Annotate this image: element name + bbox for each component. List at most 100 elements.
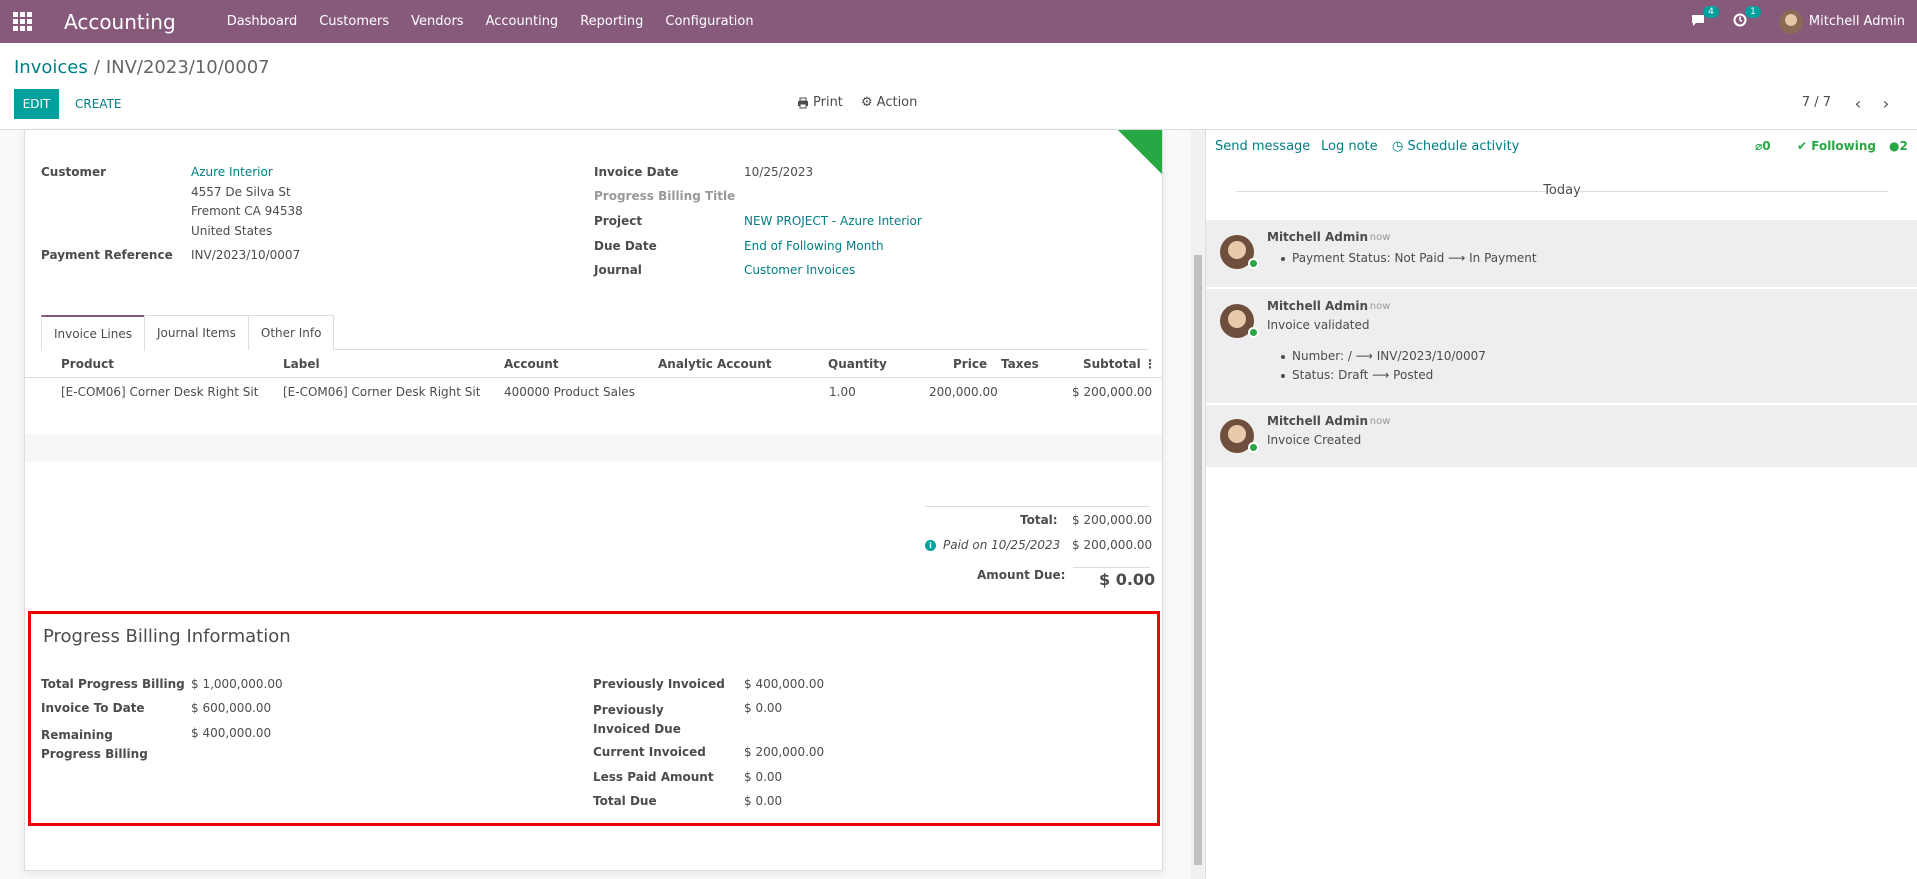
breadcrumb-current: INV/2023/10/0007 xyxy=(105,57,270,78)
due-date-value[interactable]: End of Following Month xyxy=(744,239,884,253)
chatter-message: Mitchell Admin - now Payment Status: Not… xyxy=(1206,220,1917,288)
print-label: Print xyxy=(813,95,843,110)
activities-icon[interactable]: 1 xyxy=(1733,5,1761,31)
online-status-icon xyxy=(1248,258,1259,269)
menu-reporting[interactable]: Reporting xyxy=(569,14,654,29)
journal-link[interactable]: Customer Invoices xyxy=(744,263,855,277)
customer-address-city: Fremont CA 94538 xyxy=(191,204,303,218)
activities-badge: 1 xyxy=(1745,5,1761,18)
print-icon xyxy=(798,97,808,108)
edit-button[interactable]: EDIT xyxy=(14,89,59,119)
pager-value[interactable]: 7 / 7 xyxy=(1802,95,1831,110)
attachments-button[interactable]: ⌀0 xyxy=(1755,139,1771,153)
breadcrumb-invoices[interactable]: Invoices xyxy=(14,57,88,78)
tab-invoice-lines[interactable]: Invoice Lines xyxy=(41,315,145,351)
tracking-value: Status: Draft ⟶ Posted xyxy=(1280,368,1434,382)
previously-invoiced-value: $ 400,000.00 xyxy=(744,677,825,691)
customer-address-country: United States xyxy=(191,224,273,238)
col-account[interactable]: Account xyxy=(504,357,559,371)
chatter: Send message Log note ◷ Schedule activit… xyxy=(1205,130,1917,879)
paid-on-label: Paid on 10/25/2023 xyxy=(943,538,1061,552)
invoice-date-value: 10/25/2023 xyxy=(744,165,814,179)
customer-address-street: 4557 De Silva St xyxy=(191,185,291,199)
messages-icon[interactable]: 4 xyxy=(1691,5,1719,31)
menu-customers[interactable]: Customers xyxy=(308,14,400,29)
col-subtotal[interactable]: Subtotal xyxy=(1083,357,1141,371)
col-taxes[interactable]: Taxes xyxy=(1001,357,1039,371)
previously-invoiced-label: Previously Invoiced xyxy=(593,677,725,691)
chatter-message: Mitchell Admin - now Invoice Created xyxy=(1206,405,1917,468)
table-row[interactable]: [E-COM06] Corner Desk Right Sit [E-COM06… xyxy=(25,378,1162,406)
message-time: - now xyxy=(1363,301,1391,312)
cell-account: 400000 Product Sales xyxy=(504,385,635,399)
menu-accounting[interactable]: Accounting xyxy=(475,14,570,29)
info-icon[interactable]: i xyxy=(925,540,936,551)
menu-vendors[interactable]: Vendors xyxy=(400,14,474,29)
form-view: Customer Azure Interior 4557 De Silva St… xyxy=(0,130,1205,879)
send-message-button[interactable]: Send message xyxy=(1215,139,1310,154)
user-menu[interactable]: Mitchell Admin xyxy=(1778,9,1905,34)
log-note-button[interactable]: Log note xyxy=(1321,139,1378,154)
action-button[interactable]: ⚙ Action xyxy=(861,95,917,110)
invoice-to-date-value: $ 600,000.00 xyxy=(191,701,272,715)
menu-dashboard[interactable]: Dashboard xyxy=(216,14,309,29)
create-button[interactable]: CREATE xyxy=(67,89,130,119)
form-scrollbar[interactable] xyxy=(1191,130,1205,879)
col-price[interactable]: Price xyxy=(953,357,987,371)
pager-next-icon[interactable]: › xyxy=(1875,91,1897,115)
schedule-activity-label: Schedule activity xyxy=(1407,139,1520,154)
progress-billing-title: Progress Billing Information xyxy=(43,626,291,647)
col-product[interactable]: Product xyxy=(61,357,114,371)
project-link[interactable]: NEW PROJECT - Azure Interior xyxy=(744,214,922,228)
total-due-label: Total Due xyxy=(593,794,657,808)
cell-label: [E-COM06] Corner Desk Right Sit xyxy=(283,385,481,399)
col-label[interactable]: Label xyxy=(283,357,320,371)
tracking-value: Number: / ⟶ INV/2023/10/0007 xyxy=(1281,349,1486,363)
totals-divider xyxy=(925,506,1150,507)
amount-due-value: $ 0.00 xyxy=(1099,570,1156,589)
payment-reference-value: INV/2023/10/0007 xyxy=(191,248,301,262)
status-ribbon xyxy=(1072,130,1162,210)
pager-previous-icon[interactable]: ‹ xyxy=(1847,91,1869,115)
user-icon: ● xyxy=(1889,139,1900,153)
cell-product: [E-COM06] Corner Desk Right Sit xyxy=(61,385,259,399)
less-paid-amount-label: Less Paid Amount xyxy=(593,770,714,784)
message-author[interactable]: Mitchell Admin xyxy=(1267,414,1368,428)
empty-row xyxy=(25,434,1162,462)
cell-price: 200,000.00 xyxy=(929,385,998,399)
tab-journal-items[interactable]: Journal Items xyxy=(143,315,249,350)
online-status-icon xyxy=(1248,327,1259,338)
tab-other-info[interactable]: Other Info xyxy=(247,315,335,350)
chatter-topbar: Send message Log note ◷ Schedule activit… xyxy=(1206,130,1917,160)
attachments-count: 0 xyxy=(1762,139,1771,153)
previously-invoiced-due-value: $ 0.00 xyxy=(744,701,783,715)
due-date-label: Due Date xyxy=(594,239,657,253)
customer-link[interactable]: Azure Interior xyxy=(191,165,273,179)
column-options-icon[interactable]: ⋮ xyxy=(1144,357,1156,371)
total-progress-billing-value: $ 1,000,000.00 xyxy=(191,677,283,691)
following-button[interactable]: ✔ Following xyxy=(1797,139,1876,153)
followers-button[interactable]: ●2 xyxy=(1889,139,1908,153)
current-invoiced-label: Current Invoiced xyxy=(593,745,706,759)
empty-row xyxy=(25,406,1162,434)
paid-value: $ 200,000.00 xyxy=(1072,538,1153,552)
message-author[interactable]: Mitchell Admin xyxy=(1267,299,1368,313)
apps-menu-icon[interactable] xyxy=(0,0,44,43)
journal-label: Journal xyxy=(594,263,642,277)
menu-configuration[interactable]: Configuration xyxy=(654,14,764,29)
total-value: $ 200,000.00 xyxy=(1072,513,1153,527)
progress-billing-section: Progress Billing Information Total Progr… xyxy=(28,611,1160,826)
avatar xyxy=(1778,9,1803,34)
print-button[interactable]: Print xyxy=(797,95,843,110)
progress-billing-title-label: Progress Billing Title xyxy=(594,189,736,203)
gear-icon: ⚙ xyxy=(861,95,873,110)
col-analytic-account[interactable]: Analytic Account xyxy=(658,357,772,371)
app-name[interactable]: Accounting xyxy=(64,10,176,34)
message-author[interactable]: Mitchell Admin xyxy=(1267,230,1368,244)
message-body: Invoice validated xyxy=(1267,318,1370,332)
col-quantity[interactable]: Quantity xyxy=(828,357,887,371)
schedule-activity-button[interactable]: ◷ Schedule activity xyxy=(1392,139,1519,154)
total-label: Total: xyxy=(1020,513,1058,527)
cell-subtotal: $ 200,000.00 xyxy=(1072,385,1153,399)
main-menu: Dashboard Customers Vendors Accounting R… xyxy=(216,14,765,29)
